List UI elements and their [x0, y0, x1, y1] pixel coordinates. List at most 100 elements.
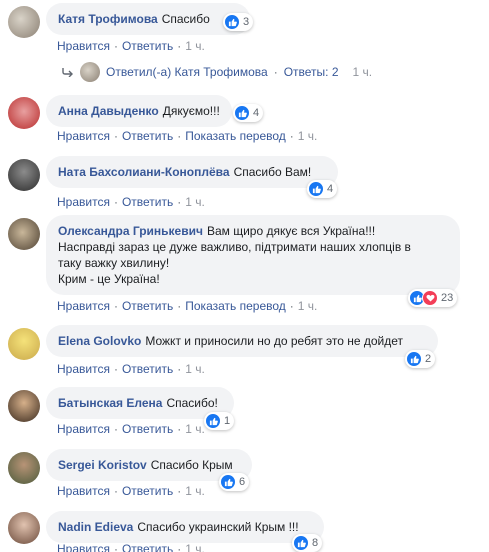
comment-actions: Нравится · Ответить · Показать перевод · 1 ч.: [57, 299, 317, 313]
reply-link[interactable]: Ответить: [122, 129, 173, 143]
separator: ·: [273, 65, 278, 79]
replies-count[interactable]: Ответы: 2: [284, 65, 339, 79]
reactions-badge[interactable]: 4: [233, 104, 264, 122]
like-link[interactable]: Нравится: [57, 39, 110, 53]
separator: ·: [177, 39, 182, 53]
comment-author[interactable]: Анна Давыденко: [58, 104, 159, 118]
comment-actions: Нравится · Ответить · 1 ч.: [57, 422, 205, 436]
reply-arrow-icon: [62, 67, 74, 77]
like-link[interactable]: Нравится: [57, 484, 110, 498]
separator: ·: [177, 299, 182, 313]
comment-bubble: Nadin Edieva Спасибо украинский Крым !!!: [46, 511, 324, 543]
reaction-count: 4: [327, 183, 334, 195]
reactions-badge[interactable]: 1: [204, 412, 235, 430]
like-icon: [234, 105, 250, 121]
comment-actions: Нравится · Ответить · 1 ч.: [57, 362, 205, 376]
comment-author[interactable]: Ната Бахсолиани-Коноплёва: [58, 165, 230, 179]
comment-author[interactable]: Катя Трофимова: [58, 12, 158, 26]
timestamp: 1 ч.: [352, 65, 373, 79]
timestamp[interactable]: 1 ч.: [185, 484, 205, 498]
separator: ·: [113, 195, 118, 209]
separator: ·: [177, 422, 182, 436]
separator: ·: [177, 195, 182, 209]
timestamp[interactable]: 1 ч.: [185, 39, 205, 53]
separator: ·: [177, 484, 182, 498]
like-link[interactable]: Нравится: [57, 542, 110, 552]
separator: ·: [113, 422, 118, 436]
avatar[interactable]: [8, 390, 40, 422]
reply-link[interactable]: Ответить: [122, 39, 173, 53]
like-icon: [308, 181, 324, 197]
separator: ·: [113, 542, 118, 552]
like-icon: [205, 413, 221, 429]
comment-text: Спасибо Крым: [150, 458, 233, 472]
reply-thread-row[interactable]: Ответил(-а) Катя Трофимова · Ответы: 2 1…: [62, 62, 372, 82]
reply-link[interactable]: Ответить: [122, 362, 173, 376]
love-icon: [422, 290, 438, 306]
comment-bubble: Elena Golovko Можкт и приносили но до реб…: [46, 325, 438, 357]
timestamp[interactable]: 1 ч.: [185, 362, 205, 376]
like-link[interactable]: Нравится: [57, 195, 110, 209]
like-link[interactable]: Нравится: [57, 299, 110, 313]
separator: ·: [177, 129, 182, 143]
translate-link[interactable]: Показать перевод: [185, 299, 286, 313]
avatar[interactable]: [8, 6, 40, 38]
avatar[interactable]: [8, 512, 40, 544]
reaction-count: 4: [253, 107, 260, 119]
reactions-badge[interactable]: 3: [223, 13, 254, 31]
comment-text-line: Крим - це Україна!: [58, 272, 160, 286]
comment-actions: Нравится · Ответить · 1 ч.: [57, 484, 205, 498]
reactions-badge[interactable]: 8: [292, 534, 323, 552]
reply-link[interactable]: Ответить: [122, 542, 173, 552]
reaction-count: 1: [224, 415, 231, 427]
timestamp[interactable]: 1 ч.: [298, 129, 318, 143]
reactions-badge[interactable]: 4: [307, 180, 338, 198]
comment-actions: Нравится · Ответить · Показать перевод · 1 ч.: [57, 129, 317, 143]
separator: ·: [113, 362, 118, 376]
reply-thread-label[interactable]: Ответил(-а) Катя Трофимова: [106, 65, 268, 79]
comment-author[interactable]: Nadin Edieva: [58, 520, 133, 534]
comment-author[interactable]: Олександра Гринькевич: [58, 224, 203, 238]
reactions-badge[interactable]: 6: [219, 473, 250, 491]
avatar[interactable]: [8, 218, 40, 250]
reaction-count: 23: [441, 292, 454, 304]
comment-text-line: Насправді зараз це дуже важливо, підтрим…: [58, 240, 411, 254]
like-link[interactable]: Нравится: [57, 129, 110, 143]
avatar[interactable]: [8, 159, 40, 191]
like-link[interactable]: Нравится: [57, 362, 110, 376]
comment-bubble: Анна Давыденко Дякуємо!!!: [46, 95, 232, 127]
like-link[interactable]: Нравится: [57, 422, 110, 436]
like-icon: [224, 14, 240, 30]
reply-link[interactable]: Ответить: [122, 299, 173, 313]
comment-author[interactable]: Батынская Елена: [58, 396, 162, 410]
separator: ·: [289, 129, 294, 143]
avatar[interactable]: [8, 97, 40, 129]
avatar[interactable]: [8, 328, 40, 360]
reaction-count: 2: [425, 353, 432, 365]
avatar[interactable]: [8, 452, 40, 484]
separator: ·: [113, 39, 118, 53]
comment-text: Спасибо Вам!: [233, 165, 312, 179]
timestamp[interactable]: 1 ч.: [185, 422, 205, 436]
reactions-badge[interactable]: 2: [405, 350, 436, 368]
reply-link[interactable]: Ответить: [122, 422, 173, 436]
comment-text: Спасибо!: [166, 396, 218, 410]
comment-text-line: Вам щиро дякує вся Україна!!!: [206, 224, 376, 238]
separator: ·: [113, 484, 118, 498]
reactions-badge[interactable]: 23: [408, 289, 458, 307]
comment-actions: Нравится · Ответить · 1 ч.: [57, 195, 205, 209]
comment-actions: Нравится · Ответить · 1 ч.: [57, 542, 205, 552]
like-icon: [293, 535, 309, 551]
timestamp[interactable]: 1 ч.: [298, 299, 318, 313]
comment-bubble: Олександра Гринькевич Вам щиро дякує вся …: [46, 215, 460, 295]
reply-link[interactable]: Ответить: [122, 195, 173, 209]
comment-author[interactable]: Sergei Koristov: [58, 458, 147, 472]
comment-author[interactable]: Elena Golovko: [58, 334, 141, 348]
like-icon: [406, 351, 422, 367]
timestamp[interactable]: 1 ч.: [185, 195, 205, 209]
timestamp[interactable]: 1 ч.: [185, 542, 205, 552]
reply-link[interactable]: Ответить: [122, 484, 173, 498]
translate-link[interactable]: Показать перевод: [185, 129, 286, 143]
comment-text: Дякуємо!!!: [162, 104, 220, 118]
separator: ·: [113, 299, 118, 313]
